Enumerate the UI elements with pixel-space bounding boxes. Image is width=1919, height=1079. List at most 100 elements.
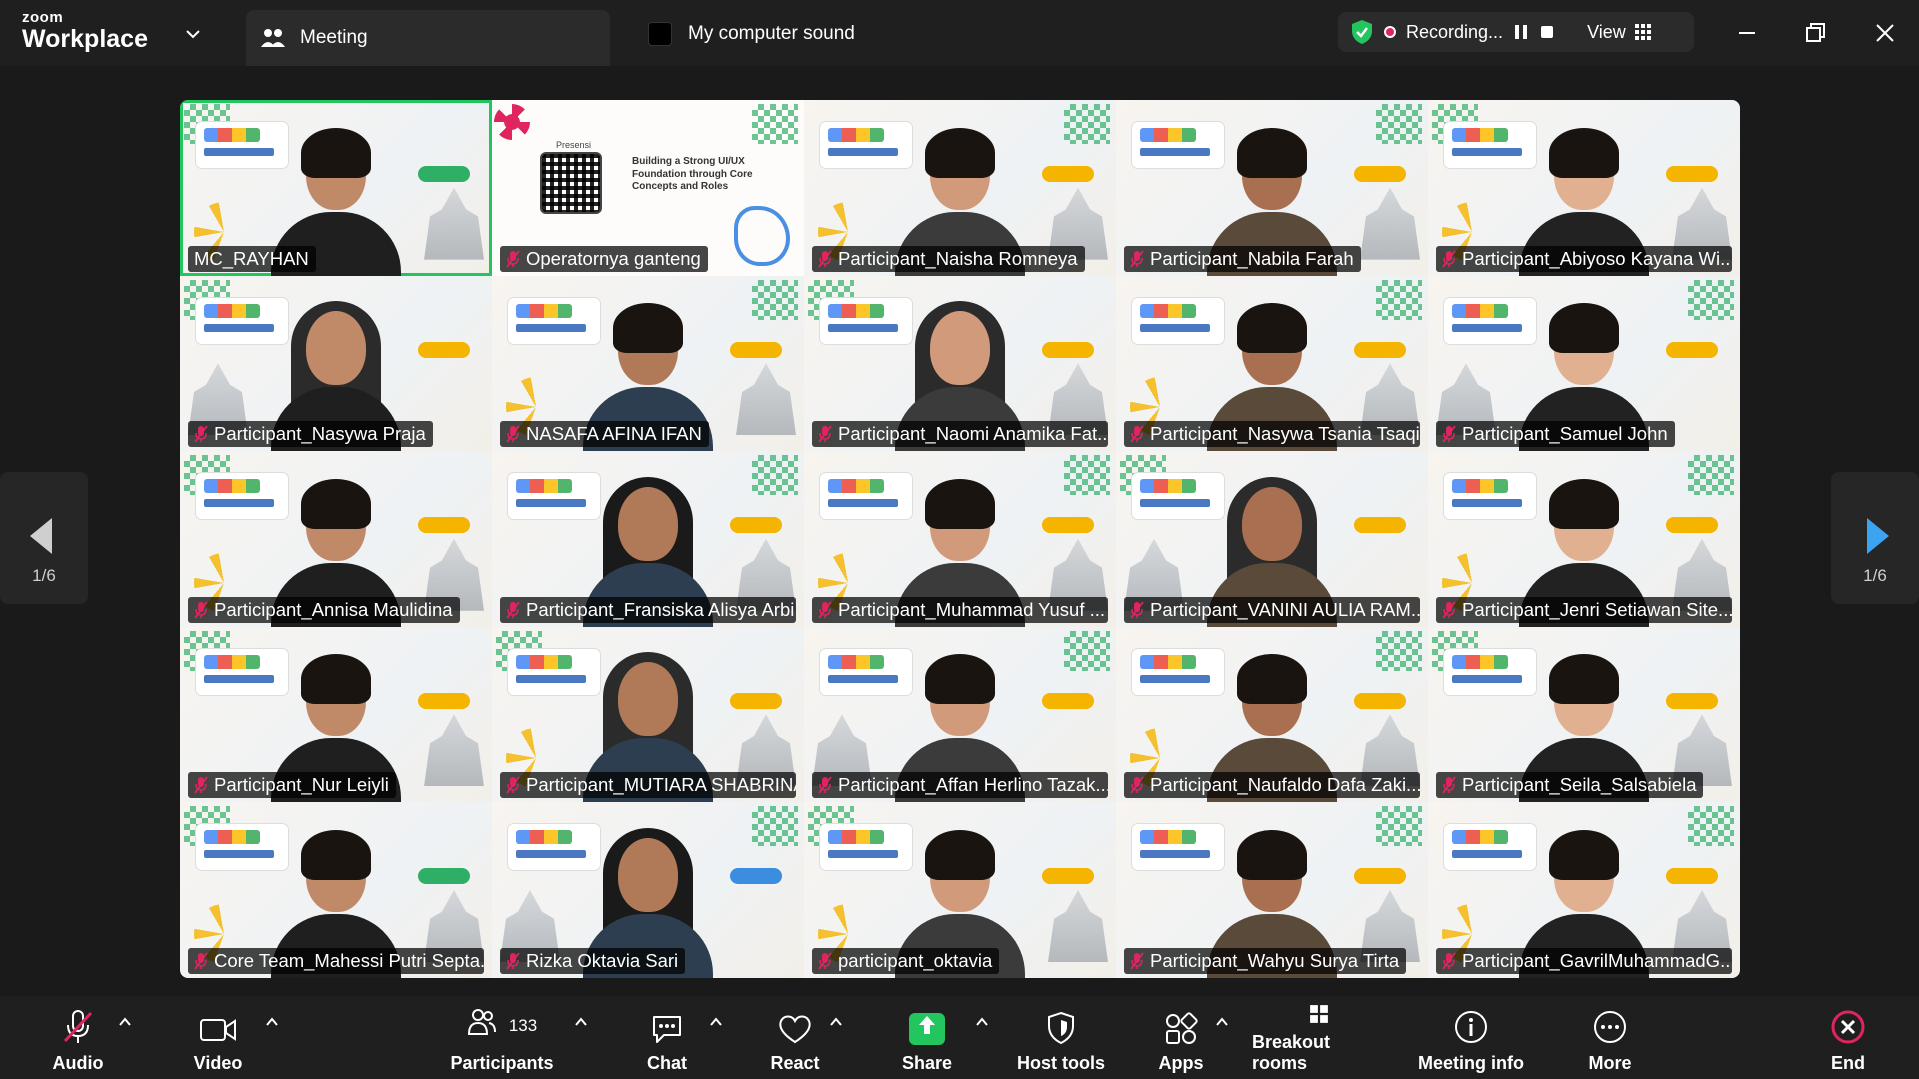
microphone-muted-icon [506, 601, 520, 619]
audio-button[interactable]: Audio [50, 1004, 106, 1074]
participant-tile[interactable]: Participant_Nasywa Praja [180, 275, 492, 452]
microphone-muted-icon [818, 601, 832, 619]
participant-tile[interactable]: Participant_Naomi Anamika Fat... [804, 275, 1116, 452]
participant-tile[interactable]: Core Team_Mahessi Putri Septa... [180, 802, 492, 978]
host-tools-label: Host tools [1017, 1053, 1105, 1073]
building-decoration [736, 363, 796, 436]
microphone-muted-icon [1442, 250, 1456, 268]
react-options-caret-icon[interactable] [828, 1014, 844, 1030]
microphone-muted-icon [1130, 425, 1144, 443]
previous-page-button[interactable]: 1/6 [0, 472, 88, 604]
share-button[interactable]: Share [900, 1004, 954, 1074]
participant-tile[interactable]: NASAFA AFINA IFAN [492, 275, 804, 452]
participant-name: Participant_Naisha Romneya [838, 247, 1078, 269]
participant-tile[interactable]: Participant_Muhammad Yusuf ... [804, 451, 1116, 627]
more-label: More [1588, 1053, 1632, 1073]
end-meeting-button[interactable]: End [1826, 1004, 1870, 1074]
pause-icon[interactable] [1513, 23, 1529, 41]
chat-button[interactable]: Chat [642, 1004, 692, 1074]
heart-icon [779, 1015, 811, 1044]
participant-name: Participant_Naomi Anamika Fat... [838, 423, 1108, 445]
checker-decoration [1376, 104, 1422, 144]
participant-name: Participant_MUTIARA SHABRINA [526, 774, 796, 796]
host-tools-button[interactable]: Host tools [1016, 1004, 1106, 1074]
microphone-muted-icon [818, 776, 832, 794]
apps-options-caret-icon[interactable] [1214, 1014, 1230, 1030]
participant-tile[interactable]: Participant_Affan Herlino Tazak... [804, 626, 1116, 803]
participant-name-label: Participant_Nur Leiyli [188, 772, 396, 799]
participants-options-caret-icon[interactable] [573, 1014, 589, 1030]
role-badge [1666, 692, 1718, 709]
end-label: End [1831, 1053, 1865, 1073]
participant-name: Participant_GavrilMuhammadG... [1462, 949, 1732, 971]
participant-tile[interactable]: Participant_MUTIARA SHABRINA [492, 626, 804, 803]
participant-tile[interactable]: Participant_Jenri Setiawan Site... [1428, 451, 1740, 627]
zoom-workplace-logo: zoom Workplace [22, 10, 148, 52]
blob-decoration [734, 205, 790, 266]
microphone-muted-icon [818, 425, 832, 443]
role-badge [730, 517, 782, 534]
more-button[interactable]: More [1585, 1004, 1635, 1074]
breakout-rooms-icon [1310, 1005, 1328, 1023]
apps-icon [1166, 1012, 1198, 1044]
next-page-button[interactable]: 1/6 [1831, 472, 1919, 604]
view-button[interactable]: View [1587, 22, 1652, 43]
role-badge [1666, 868, 1718, 885]
computer-sound-thumbnail [648, 22, 672, 46]
recording-status-pill: Recording... View [1338, 12, 1694, 52]
close-icon[interactable] [1870, 18, 1900, 48]
video-button[interactable]: Video [190, 1004, 246, 1074]
participant-tile[interactable]: Presensi Building a Strong UI/UX Foundati… [492, 100, 804, 276]
participant-tile[interactable]: Participant_Seila_Salsabiela [1428, 626, 1740, 803]
participant-tile[interactable]: Participant_Nasywa Tsania Tsaqif [1116, 275, 1428, 452]
chevron-down-icon[interactable] [183, 24, 203, 44]
role-badge [418, 166, 470, 182]
participant-name-label: Participant_Muhammad Yusuf ... [812, 596, 1108, 623]
participant-name: participant_oktavia [838, 949, 993, 971]
participant-name-label: Participant_Nasywa Praja [188, 421, 433, 448]
minimize-icon[interactable] [1732, 18, 1762, 48]
participant-name: Participant_Wahyu Surya Tirta [1150, 949, 1400, 971]
share-options-caret-icon[interactable] [974, 1014, 990, 1030]
microphone-muted-icon [506, 952, 520, 970]
chat-options-caret-icon[interactable] [708, 1014, 724, 1030]
microphone-muted-icon [1130, 952, 1144, 970]
participant-tile[interactable]: Participant_Fransiska Alisya Arbi [492, 451, 804, 627]
tab-meeting[interactable]: Meeting [246, 10, 610, 66]
participant-tile[interactable]: Participant_Wahyu Surya Tirta [1116, 802, 1428, 978]
participant-tile[interactable]: Participant_Annisa Maulidina [180, 451, 492, 627]
participant-tile[interactable]: Participant_Nabila Farah [1116, 100, 1428, 276]
audio-options-caret-icon[interactable] [117, 1014, 133, 1030]
participant-tile[interactable]: participant_oktavia [804, 802, 1116, 978]
participant-tile[interactable]: Participant_VANINI AULIA RAM... [1116, 451, 1428, 627]
breakout-rooms-label: Breakout rooms [1252, 1032, 1331, 1073]
participant-tile[interactable]: Participant_Abiyoso Kayana Wi... [1428, 100, 1740, 276]
participant-tile[interactable]: Participant_GavrilMuhammadG... [1428, 802, 1740, 978]
recording-dot-icon [1384, 26, 1396, 38]
computer-sound-share[interactable]: My computer sound [648, 22, 855, 46]
restore-icon[interactable] [1800, 18, 1830, 48]
participant-tile[interactable]: Participant_Samuel John [1428, 275, 1740, 452]
participant-tile[interactable]: MC_RAYHAN [180, 100, 492, 276]
stop-icon[interactable] [1539, 23, 1555, 41]
computer-sound-label: My computer sound [688, 23, 855, 44]
participant-tile[interactable]: Participant_Naufaldo Dafa Zaki... [1116, 626, 1428, 803]
participant-name: Operatornya ganteng [526, 247, 701, 269]
participant-tile[interactable]: Participant_Nur Leiyli [180, 626, 492, 803]
shield-check-icon[interactable] [1350, 19, 1374, 45]
participants-icon [261, 29, 285, 47]
role-badge [1354, 341, 1406, 358]
participant-name: Participant_Affan Herlino Tazak... [838, 774, 1108, 796]
participants-button[interactable]: 133 Participants [450, 1004, 554, 1074]
react-button[interactable]: React [770, 1004, 820, 1074]
video-options-caret-icon[interactable] [264, 1014, 280, 1030]
participant-name-label: Participant_Seila_Salsabiela [1436, 772, 1704, 799]
participant-tile[interactable]: Participant_Naisha Romneya [804, 100, 1116, 276]
participant-tile[interactable]: Rizka Oktavia Sari [492, 802, 804, 978]
meeting-info-button[interactable]: Meeting info [1416, 1004, 1526, 1074]
role-badge [1666, 517, 1718, 534]
apps-button[interactable]: Apps [1156, 1004, 1206, 1074]
participant-name-label: Operatornya ganteng [500, 245, 708, 272]
breakout-rooms-button[interactable]: Breakout rooms [1252, 1004, 1386, 1074]
role-badge [1354, 517, 1406, 534]
